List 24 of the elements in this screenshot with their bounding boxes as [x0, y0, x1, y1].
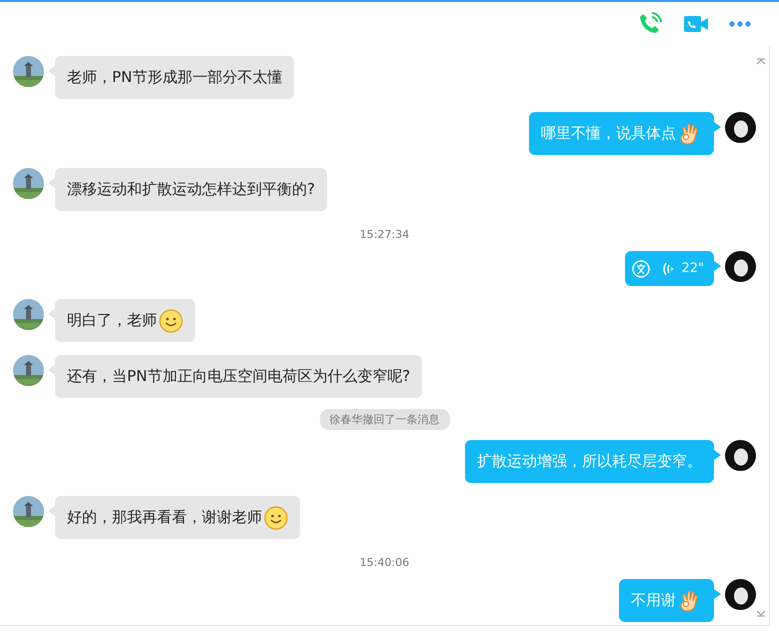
message-bubble: 不用谢: [619, 579, 714, 622]
message-bubble: 漂移运动和扩散运动怎样达到平衡的?: [55, 168, 327, 211]
message-bubble: 还有，当PN节加正向电压空间电荷区为什么变窄呢?: [55, 355, 422, 398]
avatar-icon: [725, 579, 756, 610]
message-bubble: 老师，PN节形成那一部分不太懂: [55, 56, 294, 99]
smile-icon: [159, 308, 183, 332]
translate-icon[interactable]: [631, 258, 652, 278]
smile-icon: [264, 506, 288, 530]
scroll-top-icon[interactable]: [756, 58, 766, 65]
avatar-icon: [725, 440, 756, 471]
avatar-icon: [725, 251, 756, 282]
video-camera-icon[interactable]: [683, 13, 709, 35]
message-bubble: 明白了，老师: [55, 299, 195, 342]
timestamp: 15:40:06: [360, 556, 410, 569]
timestamp: 15:27:34: [360, 228, 410, 241]
message-bubble: 扩散运动增强，所以耗尽层变窄。: [465, 440, 714, 483]
more-icon[interactable]: [729, 21, 751, 27]
sound-wave-icon: [661, 260, 676, 276]
recall-notice: 徐春华撤回了一条消息: [320, 409, 450, 430]
avatar-icon: [725, 112, 756, 143]
message-bubble: 哪里不懂，说具体点: [529, 112, 714, 155]
voice-message[interactable]: 22": [625, 251, 714, 286]
scroll-bottom-icon[interactable]: [756, 610, 766, 617]
message-bubble: 好的，那我再看看，谢谢老师: [55, 496, 300, 539]
